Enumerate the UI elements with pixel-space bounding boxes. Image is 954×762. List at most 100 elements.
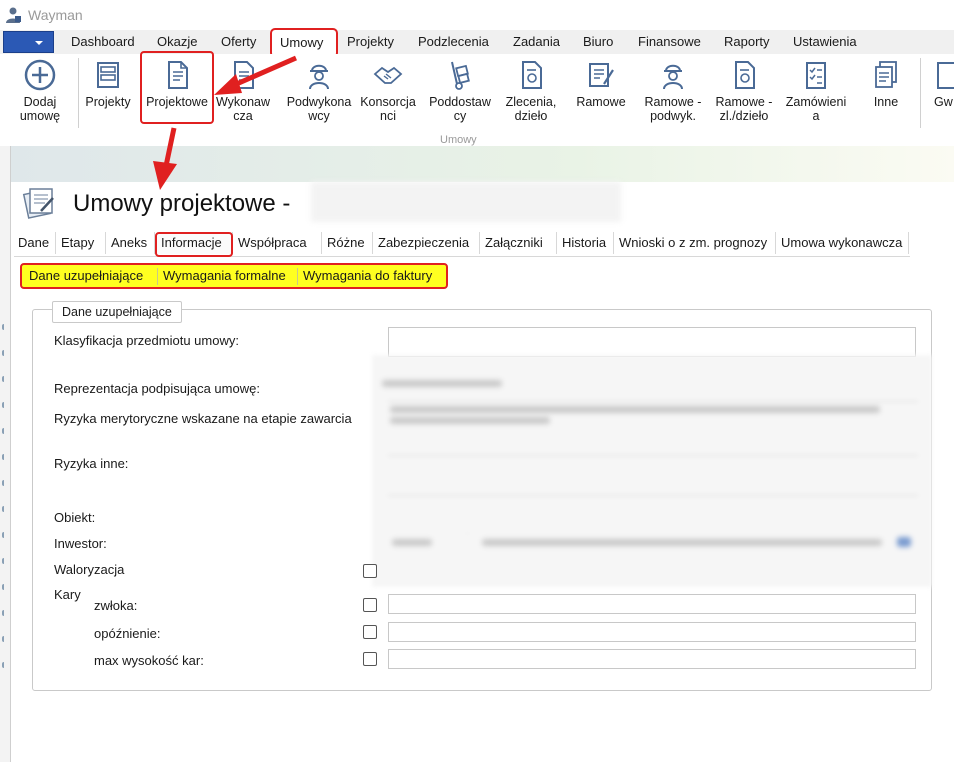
ramowe-podwyk-label: Ramowe - podwyk. [644,95,702,123]
tab-informacje-highlight [155,232,233,257]
document-seal-icon [522,61,542,89]
inwestor-label: Inwestor: [54,536,107,551]
max-kar-label: max wysokość kar: [94,653,204,668]
podwykonawcy-button[interactable]: Podwykonawcy [282,58,356,128]
ramowe-zl-dzielo-button[interactable]: Ramowe - zl./dzieło [710,58,778,128]
ribbon-group-label: Umowy [440,134,477,146]
waloryzacja-label: Waloryzacja [54,562,125,577]
opoznienie-label: opóźnienie: [94,626,161,641]
max-kar-checkbox[interactable] [363,652,377,666]
guarantee-icon [937,62,954,89]
inne-label: Inne [873,95,899,109]
application-menu-button[interactable] [3,31,54,53]
menu-ustawienia[interactable]: Ustawienia [793,30,857,54]
redacted-fields-area [372,355,932,587]
ramowe-button[interactable]: Ramowe [572,58,630,128]
subtab-separator [297,268,298,285]
zlecenia-dzielo-label: Zlecenia, dzieło [505,95,557,123]
zwloka-field[interactable] [388,594,916,614]
document-seal-icon [735,61,755,89]
klasyfikacja-field[interactable] [388,327,916,357]
menu-raporty[interactable]: Raporty [724,30,770,54]
poddostawcy-button[interactable]: Poddostawcy [424,58,496,128]
tab-wspolpraca[interactable]: Współpraca [234,232,322,254]
menu-podzlecenia[interactable]: Podzlecenia [418,30,489,54]
konsorcjanci-label: Konsorcjanci [360,95,416,123]
ryzyka-inne-label: Ryzyka inne: [54,456,129,471]
zamowienia-button[interactable]: Zamówienia [782,58,850,128]
menu-finansowe[interactable]: Finansowe [638,30,701,54]
gw-label: Gw [934,95,953,109]
waloryzacja-checkbox[interactable] [363,564,377,578]
tab-underline [14,256,910,257]
klasyfikacja-label: Klasyfikacja przedmiotu umowy: [54,333,239,348]
worker-icon [663,64,683,90]
max-kar-field[interactable] [388,649,916,669]
app-user-icon [6,7,21,23]
kary-label: Kary [54,587,81,602]
hand-truck-icon [451,61,470,90]
ramowe-zl-dzielo-label: Ramowe - zl./dzieło [715,95,773,123]
contract-document-icon [22,188,54,219]
document-pen-icon [589,63,614,87]
opoznienie-checkbox[interactable] [363,625,377,639]
tab-historia[interactable]: Historia [558,232,614,254]
handshake-icon [373,66,403,84]
cabinet-icon [97,62,119,88]
tab-dane[interactable]: Dane [14,232,56,254]
subtab-separator [157,268,158,285]
tab-etapy[interactable]: Etapy [57,232,106,254]
form-tabs: Dane Etapy Aneks Informacje Współpraca R… [14,232,914,254]
zwloka-label: zwłoka: [94,598,138,613]
document-icon [234,61,254,89]
menu-dashboard[interactable]: Dashboard [71,30,135,54]
poddostawcy-label: Poddostawcy [429,95,491,123]
reprezentacja-label: Reprezentacja podpisująca umowę: [54,381,260,396]
opoznienie-field[interactable] [388,622,916,642]
tab-umowa-wykonawcza[interactable]: Umowa wykonawcza [777,232,909,254]
menu-umowy[interactable]: Umowy [280,33,323,53]
documents-stack-icon [875,61,897,88]
zamowienia-label: Zamówienia [785,95,847,123]
background-window-edge [0,146,10,762]
subtabs: Dane uzupełniające Wymagania formalne Wy… [20,263,448,289]
tab-rozne[interactable]: Różne [323,232,373,254]
group-legend: Dane uzupełniające [52,301,182,323]
worker-icon [309,64,329,90]
tab-zalaczniki[interactable]: Załączniki [481,232,557,254]
projekty-label: Projekty [85,95,131,109]
gw-button[interactable]: Gw [928,58,954,128]
wykonawcza-button[interactable]: Wykonawcza [214,58,272,128]
ramowe-label: Ramowe [576,95,626,109]
inne-button[interactable]: Inne [858,58,914,128]
dodaj-umowe-button[interactable]: Dodaj umowę [12,58,68,128]
ribbon-separator [78,58,79,128]
subtab-wymagania-do-faktury[interactable]: Wymagania do faktury [303,267,432,285]
menu-oferty[interactable]: Oferty [221,30,256,54]
menu-biuro[interactable]: Biuro [583,30,613,54]
ribbon-separator [920,58,921,128]
tab-wnioski[interactable]: Wnioski o z zm. prognozy [615,232,776,254]
app-title: Wayman [28,7,83,23]
zwloka-checkbox[interactable] [363,598,377,612]
wykonawcza-label: Wykonawcza [215,95,271,123]
tab-zabezpieczenia[interactable]: Zabezpieczenia [374,232,480,254]
title-bar: Wayman [0,0,954,30]
projekty-button[interactable]: Projekty [82,58,134,128]
ryzyka-merytoryczne-label: Ryzyka merytoryczne wskazane na etapie z… [54,411,352,426]
window-header-gradient [11,146,954,182]
tab-aneks[interactable]: Aneks [107,232,155,254]
subtab-dane-uzupelniajace[interactable]: Dane uzupełniające [29,267,143,285]
obiekt-label: Obiekt: [54,510,96,525]
projektowe-highlight [140,51,214,124]
menu-zadania[interactable]: Zadania [513,30,560,54]
konsorcjanci-button[interactable]: Konsorcjanci [356,58,420,128]
subtab-wymagania-formalne[interactable]: Wymagania formalne [163,267,286,285]
checklist-icon [806,62,826,89]
form-title: Umowy projektowe - [73,190,291,217]
zlecenia-dzielo-button[interactable]: Zlecenia, dzieło [500,58,562,128]
ramowe-podwyk-button[interactable]: Ramowe - podwyk. [638,58,708,128]
menu-projekty[interactable]: Projekty [347,30,394,54]
plus-circle-icon [24,59,56,91]
dodaj-umowe-label: Dodaj umowę [19,95,61,123]
